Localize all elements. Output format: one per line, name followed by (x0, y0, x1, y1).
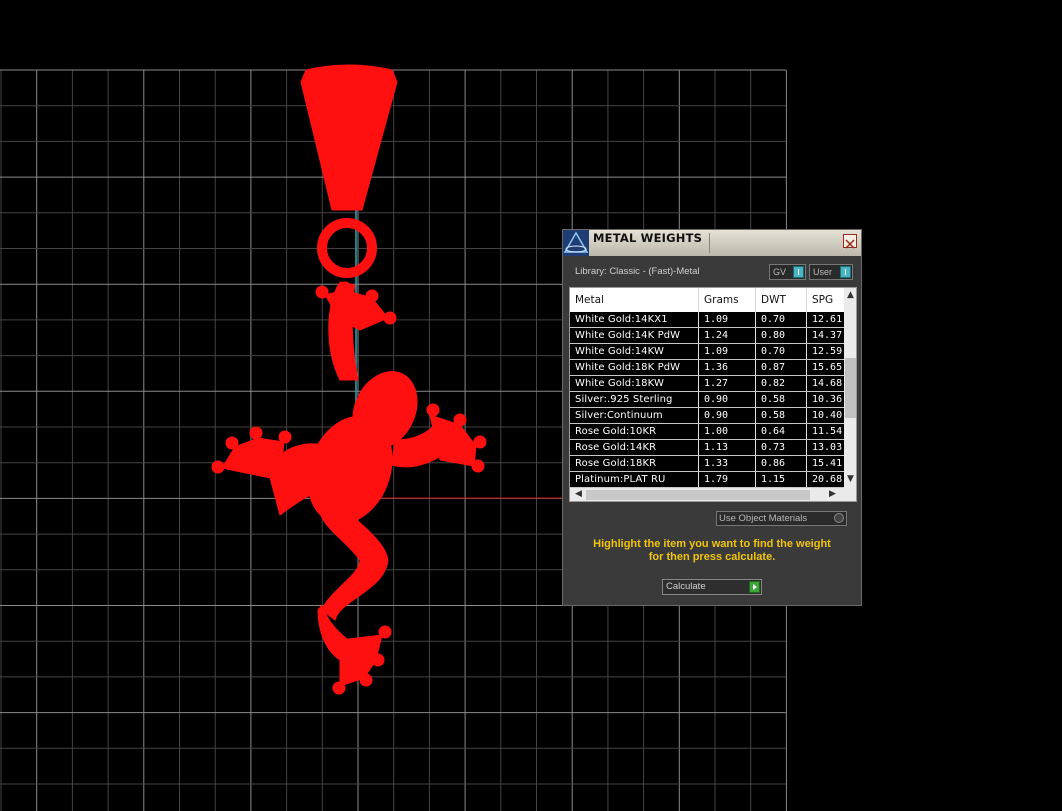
table-row[interactable]: White Gold:18KW 1.27 0.82 14.68 (570, 376, 847, 392)
bail-cone (300, 64, 398, 211)
metal-name-cell: White Gold:18KW (570, 376, 699, 391)
instructions-line-1: Highlight the item you want to find the … (593, 538, 831, 550)
viewport-canvas[interactable] (0, 0, 1062, 811)
grams-cell: 1.36 (699, 360, 756, 375)
calculate-button[interactable]: Calculate (662, 579, 762, 595)
user-toggle[interactable]: User (809, 264, 853, 280)
grams-cell: 1.79 (699, 472, 756, 487)
play-arrow-icon (749, 581, 760, 593)
dwt-cell: 0.80 (756, 328, 807, 343)
metal-name-cell: Rose Gold:10KR (570, 424, 699, 439)
dwt-cell: 0.70 (756, 312, 807, 327)
dwt-cell: 0.58 (756, 408, 807, 423)
toggle-knob-icon (793, 266, 804, 278)
spg-cell: 11.54 (807, 424, 847, 439)
metal-name-cell: White Gold:14K PdW (570, 328, 699, 343)
metal-weights-dialog: METAL WEIGHTS Library: Classic - (Fast)-… (562, 229, 862, 606)
gv-toggle[interactable]: GV (769, 264, 806, 280)
table-row[interactable]: Rose Gold:10KR 1.00 0.64 11.54 (570, 424, 847, 440)
table-row[interactable]: Platinum:PLAT RU 1.79 1.15 20.68 (570, 472, 847, 488)
grams-cell: 1.09 (699, 312, 756, 327)
spg-cell: 10.36 (807, 392, 847, 407)
vertical-scroll-thumb[interactable] (845, 358, 856, 418)
spg-cell: 13.03 (807, 440, 847, 455)
table-row[interactable]: Silver:Continuum 0.90 0.58 10.40 (570, 408, 847, 424)
frog-pendant-model[interactable] (211, 64, 487, 695)
grams-cell: 1.27 (699, 376, 756, 391)
spg-cell: 12.59 (807, 344, 847, 359)
instructions-line-2: for then press calculate. (648, 551, 776, 563)
horizontal-scrollbar[interactable]: ◀ ▶ (570, 488, 856, 501)
metal-name-cell: Platinum:PLAT RU (570, 472, 699, 487)
close-icon (845, 239, 855, 249)
grams-cell: 1.24 (699, 328, 756, 343)
dwt-cell: 0.86 (756, 456, 807, 471)
instructions-text: Highlight the item you want to find the … (573, 538, 851, 564)
spg-cell: 12.61 (807, 312, 847, 327)
dwt-cell: 0.70 (756, 344, 807, 359)
grams-cell: 0.90 (699, 408, 756, 423)
column-header-grams[interactable]: Grams (699, 288, 756, 312)
column-header-metal[interactable]: Metal (570, 288, 699, 312)
spg-cell: 10.40 (807, 408, 847, 423)
spg-cell: 15.65 (807, 360, 847, 375)
metal-name-cell: Silver:.925 Sterling (570, 392, 699, 407)
radio-icon[interactable] (834, 513, 844, 523)
gv-toggle-label: GV (773, 267, 787, 277)
table-row[interactable]: White Gold:14K PdW 1.24 0.80 14.37 (570, 328, 847, 344)
table-row[interactable]: White Gold:14KW 1.09 0.70 12.59 (570, 344, 847, 360)
table-row[interactable]: White Gold:18K PdW 1.36 0.87 15.65 (570, 360, 847, 376)
dwt-cell: 1.15 (756, 472, 807, 487)
dialog-titlebar[interactable]: METAL WEIGHTS (563, 230, 861, 256)
user-toggle-label: User (813, 267, 833, 277)
close-button[interactable] (843, 234, 857, 249)
table-row[interactable]: Rose Gold:18KR 1.33 0.86 15.41 (570, 456, 847, 472)
dwt-cell: 0.64 (756, 424, 807, 439)
scroll-left-icon[interactable]: ◀ (572, 489, 585, 499)
use-object-materials-label: Use Object Materials (719, 513, 808, 524)
table-rows: White Gold:14KX1 1.09 0.70 12.61 White Gold:… (570, 312, 847, 488)
metal-name-cell: White Gold:14KW (570, 344, 699, 359)
spg-cell: 15.41 (807, 456, 847, 471)
spg-cell: 14.68 (807, 376, 847, 391)
grams-cell: 1.13 (699, 440, 756, 455)
table-header: Metal Grams DWT SPG (570, 288, 847, 312)
metal-name-cell: Rose Gold:18KR (570, 456, 699, 471)
vertical-scrollbar[interactable]: ▲ ▼ (844, 288, 856, 488)
dwt-cell: 0.82 (756, 376, 807, 391)
app-logo-icon (563, 230, 589, 256)
spg-cell: 20.68 (807, 472, 847, 487)
column-header-dwt[interactable]: DWT (756, 288, 807, 312)
table-row[interactable]: White Gold:14KX1 1.09 0.70 12.61 (570, 312, 847, 328)
metal-name-cell: Rose Gold:14KR (570, 440, 699, 455)
calculate-label: Calculate (666, 581, 706, 592)
dwt-cell: 0.73 (756, 440, 807, 455)
use-object-materials-option[interactable]: Use Object Materials (716, 511, 847, 526)
toggle-knob-icon (840, 266, 851, 278)
scroll-up-icon[interactable]: ▲ (844, 290, 856, 300)
library-label: Library: Classic - (Fast)-Metal (575, 266, 700, 277)
metal-name-cell: White Gold:18K PdW (570, 360, 699, 375)
scroll-down-icon[interactable]: ▼ (844, 474, 856, 484)
grams-cell: 1.09 (699, 344, 756, 359)
grams-cell: 1.33 (699, 456, 756, 471)
grams-cell: 0.90 (699, 392, 756, 407)
metal-table[interactable]: Metal Grams DWT SPG White Gold:14KX1 1.09… (569, 287, 857, 502)
dwt-cell: 0.58 (756, 392, 807, 407)
metal-name-cell: White Gold:14KX1 (570, 312, 699, 327)
scroll-right-icon[interactable]: ▶ (826, 489, 839, 499)
title-divider (709, 233, 710, 253)
grams-cell: 1.00 (699, 424, 756, 439)
spg-cell: 14.37 (807, 328, 847, 343)
metal-name-cell: Silver:Continuum (570, 408, 699, 423)
column-header-spg[interactable]: SPG (807, 288, 847, 312)
horizontal-scroll-thumb[interactable] (586, 490, 810, 500)
dialog-title: METAL WEIGHTS (593, 231, 703, 245)
table-row[interactable]: Silver:.925 Sterling 0.90 0.58 10.36 (570, 392, 847, 408)
dwt-cell: 0.87 (756, 360, 807, 375)
table-row[interactable]: Rose Gold:14KR 1.13 0.73 13.03 (570, 440, 847, 456)
